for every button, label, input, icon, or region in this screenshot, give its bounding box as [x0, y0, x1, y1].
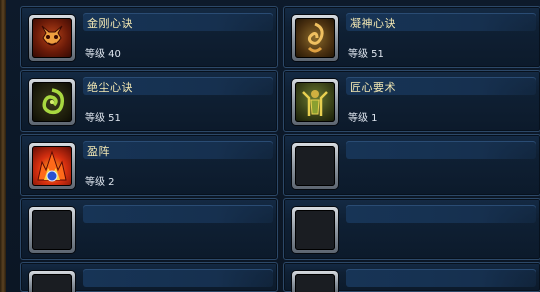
skill-name-bar: 盈阵: [83, 141, 273, 159]
skill-level: 等级 1: [348, 113, 378, 124]
empty-skill-slot[interactable]: [29, 207, 75, 253]
spiral-sigil-icon: [295, 18, 335, 58]
empty-skill-card[interactable]: [283, 134, 540, 196]
skill-name: 绝尘心诀: [87, 81, 133, 94]
skill-name: 匠心要术: [350, 81, 396, 94]
demon-face-icon: [32, 18, 72, 58]
skill-slot[interactable]: [29, 143, 75, 189]
green-swirl-icon: [32, 82, 72, 122]
empty-skill-slot[interactable]: [292, 271, 338, 292]
empty-slot-inner: [32, 274, 72, 292]
empty-skill-card[interactable]: [20, 262, 278, 292]
skill-slot[interactable]: [29, 15, 75, 61]
empty-skill-slot[interactable]: [292, 207, 338, 253]
skill-name-bar: 匠心要术: [346, 77, 536, 95]
empty-skill-slot[interactable]: [29, 271, 75, 292]
skill-slot[interactable]: [292, 79, 338, 125]
empty-slot-inner: [295, 210, 335, 250]
skill-name-bar: 绝尘心诀: [83, 77, 273, 95]
skill-level: 等级 2: [85, 177, 115, 188]
skill-name-bar: 凝神心诀: [346, 13, 536, 31]
empty-slot-inner: [295, 274, 335, 292]
skill-slot[interactable]: [292, 15, 338, 61]
skill-card-ningshen[interactable]: 凝神心诀 等级 51: [283, 6, 540, 68]
flame-formation-icon: [32, 146, 72, 186]
skill-name-bar: [83, 205, 273, 223]
skill-card-yingzhen[interactable]: 盈阵 等级 2: [20, 134, 278, 196]
skill-level: 等级 51: [348, 49, 384, 60]
skill-slot[interactable]: [29, 79, 75, 125]
empty-slot-inner: [295, 146, 335, 186]
skill-name: 盈阵: [87, 145, 110, 158]
skill-name-bar: [346, 141, 536, 159]
skill-name: 凝神心诀: [350, 17, 396, 30]
empty-skill-slot[interactable]: [292, 143, 338, 189]
skill-name-bar: [83, 269, 273, 287]
empty-slot-inner: [32, 210, 72, 250]
empty-skill-card[interactable]: [283, 262, 540, 292]
empty-skill-card[interactable]: [283, 198, 540, 260]
skill-card-juechen[interactable]: 绝尘心诀 等级 51: [20, 70, 278, 132]
skill-name: 金刚心诀: [87, 17, 133, 30]
skill-level: 等级 40: [85, 49, 121, 60]
skill-level: 等级 51: [85, 113, 121, 124]
skill-card-jiangxin[interactable]: 匠心要术 等级 1: [283, 70, 540, 132]
empty-skill-card[interactable]: [20, 198, 278, 260]
skill-name-bar: [346, 269, 536, 287]
skill-name-bar: 金刚心诀: [83, 13, 273, 31]
skill-card-jingang[interactable]: 金刚心诀 等级 40: [20, 6, 278, 68]
skill-name-bar: [346, 205, 536, 223]
skill-panel: 金刚心诀 等级 40 凝神心诀 等级 51 绝尘心诀 等级 51 匠心要术 等级…: [0, 0, 540, 292]
craftsman-figure-icon: [295, 82, 335, 122]
